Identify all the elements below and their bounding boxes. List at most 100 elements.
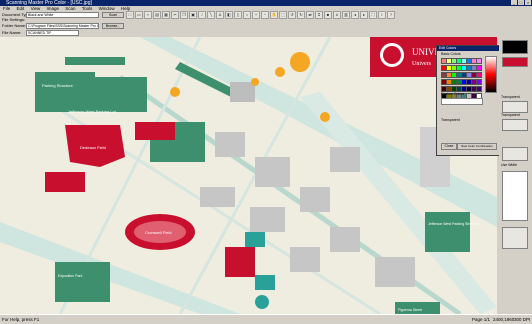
- new-icon[interactable]: □: [126, 11, 134, 19]
- lot-label-1: Jefferson West Parking Lot: [68, 109, 117, 114]
- building-5: [330, 227, 360, 252]
- next-icon[interactable]: ▸: [360, 11, 368, 19]
- info-icon[interactable]: i: [378, 11, 386, 19]
- new-color-button[interactable]: New Color Combination: [457, 143, 497, 150]
- transparent-label-1[interactable]: Transparent: [501, 95, 520, 99]
- parking-green-5: [425, 212, 470, 252]
- transparent-checkbox[interactable]: Transparent: [441, 118, 460, 122]
- help-icon[interactable]: ?: [387, 11, 395, 19]
- red-block-1: [225, 247, 255, 277]
- hand-icon[interactable]: ✋: [270, 11, 278, 19]
- lot-label-7: Figueroa Street: [398, 308, 422, 312]
- image-canvas[interactable]: UNIVERSITY Univers Jefferson West Parkin…: [0, 37, 497, 314]
- prev-icon[interactable]: ◂: [351, 11, 359, 19]
- filename-label: File Name:: [2, 30, 22, 35]
- dialog-title: Edit Colors: [437, 46, 499, 51]
- rotate-right-icon[interactable]: ↻: [297, 11, 305, 19]
- paste-icon[interactable]: ▣: [189, 11, 197, 19]
- fit-icon[interactable]: ⛶: [369, 11, 377, 19]
- parking-green-2: [92, 77, 147, 112]
- select-icon[interactable]: ⬚: [279, 11, 287, 19]
- width-slider-area[interactable]: [502, 171, 528, 221]
- foreground-color-swatch[interactable]: [502, 40, 528, 54]
- zoom-out-icon[interactable]: −: [261, 11, 269, 19]
- rotate-left-icon[interactable]: ↺: [288, 11, 296, 19]
- building-7: [200, 187, 235, 207]
- tool-preview-2[interactable]: [502, 119, 528, 131]
- orange-marker-3: [320, 112, 330, 122]
- campus-map-image: UNIVERSITY Univers Jefferson West Parkin…: [0, 37, 497, 314]
- use-width-label[interactable]: Use Width: [501, 163, 517, 167]
- building-8: [290, 247, 320, 272]
- close-button[interactable]: ×: [525, 0, 531, 5]
- color-swatch[interactable]: [476, 86, 482, 92]
- color-swatch[interactable]: [476, 72, 482, 78]
- building-2: [215, 132, 245, 157]
- color-swatch[interactable]: [476, 79, 482, 85]
- rect-icon[interactable]: ▯: [234, 11, 242, 19]
- text-icon[interactable]: A: [216, 11, 224, 19]
- orange-marker-1: [170, 87, 180, 97]
- line-icon[interactable]: ╲: [207, 11, 215, 19]
- building-11: [330, 147, 360, 172]
- doc-type-select[interactable]: Black and White: [26, 12, 99, 18]
- building-4: [300, 187, 330, 212]
- print-icon[interactable]: ▦: [162, 11, 170, 19]
- building-10: [375, 257, 415, 287]
- cut-icon[interactable]: ✂: [171, 11, 179, 19]
- custom-colors-label: Custom Colors: [441, 92, 465, 96]
- teal-circle-1: [255, 295, 269, 309]
- window-controls: _ □ ×: [511, 0, 531, 5]
- zoom-in-icon[interactable]: +: [252, 11, 260, 19]
- tool-preview-3[interactable]: [502, 147, 528, 161]
- toolbar: □ ▭ ▪ ▤ ▦ ✂ ❐ ▣ / ╲ A ◧ ▯ ○ + − ✋ ⬚ ↺ ↻ …: [126, 11, 406, 19]
- custom-color-slots[interactable]: [441, 98, 483, 105]
- maximize-button[interactable]: □: [518, 0, 524, 5]
- tool-preview-1[interactable]: [502, 101, 528, 113]
- scan-settings-panel: Document Type: Black and White Scan File…: [0, 11, 126, 37]
- crop-icon[interactable]: ⌗: [315, 11, 323, 19]
- lot-label-4: Cromwell Field: [145, 230, 171, 235]
- page-icon[interactable]: ▥: [342, 11, 350, 19]
- copy-icon[interactable]: ❐: [180, 11, 188, 19]
- color-icon[interactable]: ■: [324, 11, 332, 19]
- scan-icon[interactable]: ▤: [153, 11, 161, 19]
- color-swatch[interactable]: [476, 65, 482, 71]
- right-tool-panel: Transparent Transparent Use Width: [499, 37, 532, 314]
- background-color-swatch[interactable]: [502, 57, 528, 67]
- browse-button[interactable]: Browse...: [102, 23, 124, 29]
- lot-label-3: Dedeaux Field: [80, 145, 106, 150]
- filename-field[interactable]: SCANNED.TIF: [26, 30, 79, 36]
- usc-logo-subtext: Univers: [412, 61, 432, 67]
- lot-label-5: Jefferson West Parking Structure: [428, 222, 479, 226]
- usc-seal-inner: [383, 46, 401, 64]
- tool-preview-4[interactable]: [502, 227, 528, 249]
- color-swatch[interactable]: [476, 58, 482, 64]
- minimize-button[interactable]: _: [511, 0, 517, 5]
- grid-icon[interactable]: #: [333, 11, 341, 19]
- color-edit-dialog: Edit Colors Basic Colors Custom Colors T…: [436, 45, 500, 156]
- folder-label: Folder Name:: [2, 23, 27, 28]
- orange-marker-5: [290, 52, 310, 72]
- open-icon[interactable]: ▭: [135, 11, 143, 19]
- parking-green-4: [55, 262, 110, 302]
- building-3: [255, 157, 290, 187]
- building-1: [230, 82, 255, 102]
- file-settings-label: File Settings:: [2, 17, 26, 22]
- transparent-label-2[interactable]: Transparent: [501, 113, 520, 117]
- building-6: [250, 207, 285, 232]
- save-icon[interactable]: ▪: [144, 11, 152, 19]
- close-button[interactable]: Close: [441, 143, 457, 150]
- folder-field[interactable]: C:\Program Files\SSS\Scanning Master Pro…: [26, 23, 99, 29]
- parking-green-1: [35, 72, 95, 112]
- scan-button[interactable]: Scan: [102, 12, 124, 18]
- red-block-3: [135, 122, 175, 140]
- pen-icon[interactable]: /: [198, 11, 206, 19]
- flip-icon[interactable]: ⇄: [306, 11, 314, 19]
- ellipse-icon[interactable]: ○: [243, 11, 251, 19]
- red-block-2: [45, 172, 85, 192]
- eraser-icon[interactable]: ◧: [225, 11, 233, 19]
- orange-marker-4: [251, 78, 259, 86]
- teal-block-1: [255, 275, 275, 290]
- luminance-slider[interactable]: [485, 56, 497, 93]
